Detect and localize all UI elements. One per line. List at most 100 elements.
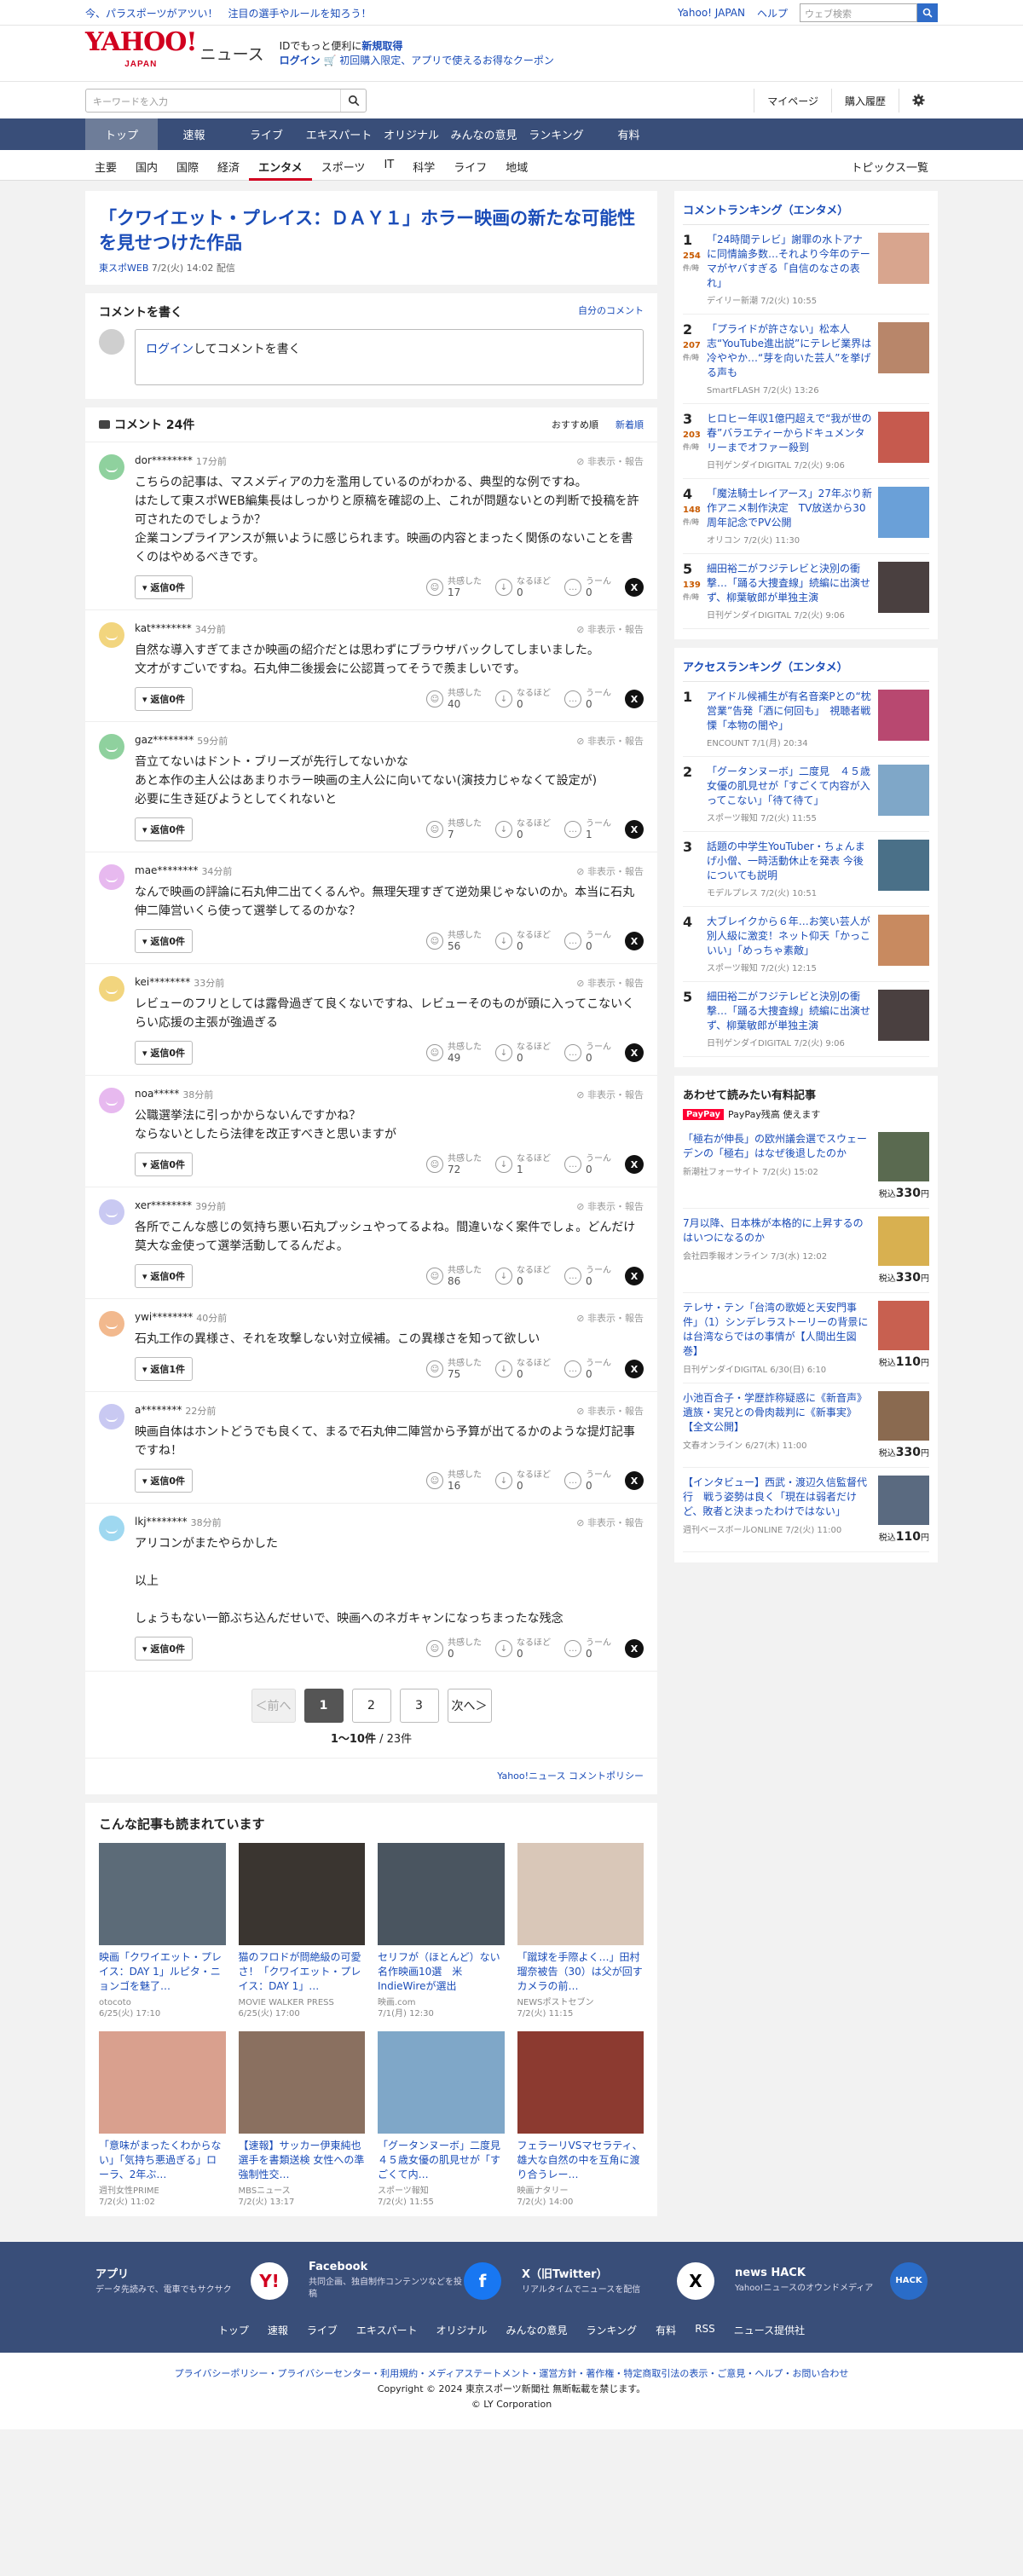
paid-item[interactable]: 「極右が伸長」の欧州議会選でスウェーデンの「極右」はなぜ後退したのか 新潮社フォー…	[683, 1124, 929, 1209]
article-source[interactable]: 東スポWEB	[99, 263, 148, 274]
ranking-title[interactable]: 話題の中学生YouTuber・ちょんまげ小僧、一時活動休止を発表 今後についても…	[707, 840, 873, 883]
reaction-insightful-button[interactable]: ↓ なるほど 0	[495, 931, 551, 952]
reaction-hmm-button[interactable]: … うーん 0	[564, 1638, 611, 1660]
report-link[interactable]: ⊘ 非表示・報告	[576, 734, 644, 748]
paid-title[interactable]: テレサ・テン「台湾の歌姫と天安門事件」（1）シンデレラストーリーの背景には台湾な…	[683, 1301, 871, 1359]
report-link[interactable]: ⊘ 非表示・報告	[576, 1404, 644, 1418]
reply-button[interactable]: ▾ 返信0件	[135, 1264, 194, 1288]
ranking-title[interactable]: ヒロヒー年収1億円超えで“我が世の春”バラエティーからドキュメンタリーまでオファ…	[707, 412, 873, 455]
reply-button[interactable]: ▾ 返信0件	[135, 1152, 194, 1176]
coupon-link[interactable]: 初回購入限定、アプリで使えるお得なクーポン	[339, 55, 554, 66]
subnav-entertainment[interactable]: エンタメ	[249, 150, 312, 181]
ranking-item[interactable]: 2 「グータンヌーボ」二度見 ４５歳女優の肌見せが「すごくて内容が入ってこない」「…	[683, 757, 929, 832]
report-link[interactable]: ⊘ 非表示・報告	[576, 976, 644, 990]
signup-link[interactable]: 新規取得	[361, 40, 402, 52]
report-link[interactable]: ⊘ 非表示・報告	[576, 864, 644, 878]
reaction-insightful-button[interactable]: ↓ なるほど 0	[495, 1638, 551, 1660]
subnav-domestic[interactable]: 国内	[126, 150, 167, 181]
ranking-item[interactable]: 5 139 件/時 細田裕二がフジテレビと決別の衝撃…「踊る大捜査線」続編に出演せず、…	[683, 554, 929, 629]
subnav-life[interactable]: ライフ	[444, 150, 496, 181]
keyword-input[interactable]: キーワードを入力	[86, 90, 340, 112]
comment-user[interactable]: a********	[135, 1404, 182, 1418]
also-read-title[interactable]: 「意味がまったくわからない」「気持ち悪過ぎる」ローラ、2年ぶ…	[99, 2139, 226, 2183]
also-read-title[interactable]: 猫のフロドが問絶級の可愛さ！「クワイエット・プレイス：DAY 1」…	[239, 1950, 366, 1995]
also-read-title[interactable]: 映画「クワイエット・プレイス：DAY 1」ルピタ・ニョンゴを魅了…	[99, 1950, 226, 1995]
footer-nav-link[interactable]: ライブ	[307, 2323, 338, 2337]
comment-policy-link[interactable]: Yahoo!ニュース コメントポリシー	[85, 1758, 657, 1793]
ranking-item[interactable]: 1 アイドル候補生が有名音楽Pとの“枕営業”告発「酒に何回も」 視聴者戦慄「本物の…	[683, 682, 929, 757]
reply-button[interactable]: ▾ 返信0件	[135, 1637, 194, 1661]
x-share-icon[interactable]: X	[625, 1639, 644, 1658]
reaction-hmm-button[interactable]: … うーん 0	[564, 1266, 611, 1287]
reaction-hmm-button[interactable]: … うーん 0	[564, 689, 611, 710]
ranking-title[interactable]: 大ブレイクから６年…お笑い芸人が別人級に激変！ネット仰天「かっこいい」「めっちゃ…	[707, 915, 873, 958]
ranking-title[interactable]: 「プライドが許さない」松本人志“YouTube進出説”にテレビ業界は冷ややか…“…	[707, 322, 873, 380]
also-read-item[interactable]: フェラーリVSマセラティ、雄大な自然の中を互角に渡り合うレー… 映画ナタリー 7/2…	[517, 2031, 644, 2208]
also-read-item[interactable]: 「グータンヌーボ」二度見 ４５歳女優の肌見せが「すごくて内… スポーツ報知 7/2(…	[378, 2031, 505, 2208]
reaction-agree-button[interactable]: ☺ 共感した 7	[426, 819, 482, 840]
footer-nav-link[interactable]: ニュース提供社	[734, 2323, 805, 2337]
also-read-item[interactable]: 映画「クワイエット・プレイス：DAY 1」ルピタ・ニョンゴを魅了… otocoto…	[99, 1843, 226, 2019]
subnav-sports[interactable]: スポーツ	[312, 150, 375, 181]
reply-button[interactable]: ▾ 返信0件	[135, 929, 194, 953]
reaction-insightful-button[interactable]: ↓ なるほど 0	[495, 1043, 551, 1064]
subnav-world[interactable]: 国際	[167, 150, 208, 181]
page-2-button[interactable]: 2	[351, 1689, 391, 1723]
ranking-item[interactable]: 4 148 件/時 「魔法騎士レイアース」27年ぶり新作アニメ制作決定 TV放送から3…	[683, 479, 929, 554]
footer-nav-link[interactable]: RSS	[695, 2323, 715, 2337]
yahoo-app-icon[interactable]: Y!	[251, 2261, 288, 2300]
reaction-insightful-button[interactable]: ↓ なるほど 0	[495, 689, 551, 710]
x-share-icon[interactable]: X	[625, 1267, 644, 1285]
app-promo[interactable]: X（旧Twitter） リアルタイムでニュースを配信 X	[512, 2261, 725, 2301]
comment-user[interactable]: ywi********	[135, 1311, 193, 1325]
mypage-link[interactable]: マイページ	[754, 89, 831, 113]
also-read-title[interactable]: 「グータンヌーボ」二度見 ４５歳女優の肌見せが「すごくて内…	[378, 2139, 505, 2183]
also-read-title[interactable]: 【速報】サッカー伊東純也選手を書類送検 女性への準強制性交…	[239, 2139, 366, 2183]
also-read-item[interactable]: 【速報】サッカー伊東純也選手を書類送検 女性への準強制性交… MBSニュース 7/2…	[238, 2031, 366, 2208]
reaction-agree-button[interactable]: ☺ 共感した 17	[426, 577, 482, 598]
catnav-flash[interactable]: 速報	[158, 118, 230, 150]
paid-item[interactable]: テレサ・テン「台湾の歌姫と天安門事件」（1）シンデレラストーリーの背景には台湾な…	[683, 1293, 929, 1383]
reaction-agree-button[interactable]: ☺ 共感した 56	[426, 931, 482, 952]
comment-user[interactable]: lkj********	[135, 1516, 188, 1529]
ranking-title[interactable]: 「24時間テレビ」謝罪の水卜アナに同情論多数…それより今年のテーマがヤバすぎる「…	[707, 233, 873, 291]
comment-user[interactable]: xer********	[135, 1199, 192, 1213]
reply-button[interactable]: ▾ 返信1件	[135, 1357, 194, 1381]
catnav-ranking[interactable]: ランキング	[520, 118, 592, 150]
next-page-button[interactable]: 次へ＞	[447, 1689, 492, 1723]
also-read-item[interactable]: 「意味がまったくわからない」「気持ち悪過ぎる」ローラ、2年ぶ… 週刊女性PRIME…	[99, 2031, 226, 2208]
paid-title[interactable]: 【インタビュー】西武・渡辺久信監督代行 戦う姿勢は良く「現在は弱者だけど、敗者と…	[683, 1476, 871, 1519]
page-1-button[interactable]: 1	[303, 1689, 344, 1723]
settings-button[interactable]	[899, 89, 938, 113]
login-link[interactable]: ログイン	[280, 55, 321, 66]
ranking-item[interactable]: 2 207 件/時 「プライドが許さない」松本人志“YouTube進出説”にテレビ業界…	[683, 315, 929, 404]
ranking-title[interactable]: 細田裕二がフジテレビと決別の衝撃…「踊る大捜査線」続編に出演せず、柳葉敏郎が単独…	[707, 562, 873, 605]
x-share-icon[interactable]: X	[625, 820, 644, 839]
help-link[interactable]: ヘルプ	[757, 6, 788, 20]
reaction-agree-button[interactable]: ☺ 共感した 86	[426, 1266, 482, 1287]
catnav-live[interactable]: ライブ	[230, 118, 303, 150]
report-link[interactable]: ⊘ 非表示・報告	[576, 1311, 644, 1325]
reaction-insightful-button[interactable]: ↓ なるほど 0	[495, 577, 551, 598]
app-promo[interactable]: news HACK Yahoo!ニュースのオウンドメディア HACK	[725, 2261, 938, 2301]
topics-list-link[interactable]: トピックス一覧	[841, 150, 938, 181]
x-share-icon[interactable]: X	[625, 690, 644, 708]
x-share-icon[interactable]: X	[625, 1155, 644, 1174]
report-link[interactable]: ⊘ 非表示・報告	[576, 1088, 644, 1101]
web-search-button[interactable]	[917, 3, 938, 22]
ranking-item[interactable]: 4 大ブレイクから６年…お笑い芸人が別人級に激変！ネット仰天「かっこいい」「めっち…	[683, 907, 929, 982]
comment-user[interactable]: gaz********	[135, 734, 194, 748]
footer-nav-link[interactable]: ランキング	[587, 2323, 638, 2337]
reply-button[interactable]: ▾ 返信0件	[135, 1041, 194, 1065]
sort-recommended[interactable]: おすすめ順	[552, 418, 598, 431]
x-icon[interactable]: X	[677, 2261, 714, 2300]
report-link[interactable]: ⊘ 非表示・報告	[576, 622, 644, 636]
report-link[interactable]: ⊘ 非表示・報告	[576, 454, 644, 468]
news-logo-text[interactable]: ニュース	[200, 42, 264, 65]
purchase-history-link[interactable]: 購入履歴	[830, 89, 899, 113]
comment-user[interactable]: kei********	[135, 976, 190, 990]
x-share-icon[interactable]: X	[625, 1471, 644, 1490]
ranking-item[interactable]: 1 254 件/時 「24時間テレビ」謝罪の水卜アナに同情論多数…それより今年のテーマ…	[683, 225, 929, 315]
own-comments-link[interactable]: 自分のコメント	[578, 303, 644, 321]
reaction-agree-button[interactable]: ☺ 共感した 49	[426, 1043, 482, 1064]
